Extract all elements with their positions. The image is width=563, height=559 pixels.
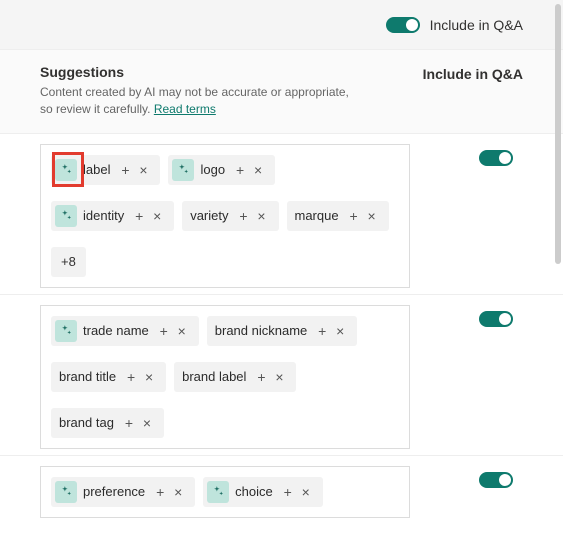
chip-label: label [83, 162, 110, 177]
read-terms-link[interactable]: Read terms [154, 102, 216, 116]
suggestion-chip[interactable]: choice +× [203, 477, 323, 507]
suggestion-chip[interactable]: label +× [51, 155, 160, 185]
suggestion-chip[interactable]: brand label +× [174, 362, 296, 392]
sparkle-icon [55, 159, 77, 181]
add-icon[interactable]: + [155, 323, 173, 339]
chip-label: choice [235, 484, 273, 499]
add-icon[interactable]: + [252, 369, 270, 385]
close-icon[interactable]: × [169, 484, 187, 500]
add-icon[interactable]: + [151, 484, 169, 500]
chip-label: variety [190, 208, 228, 223]
suggestions-header: Suggestions Content created by AI may no… [0, 50, 563, 134]
topbar: Include in Q&A [0, 0, 563, 50]
add-icon[interactable]: + [345, 208, 363, 224]
add-icon[interactable]: + [120, 415, 138, 431]
close-icon[interactable]: × [134, 162, 152, 178]
suggestion-chip[interactable]: marque +× [287, 201, 389, 231]
add-icon[interactable]: + [235, 208, 253, 224]
close-icon[interactable]: × [331, 323, 349, 339]
close-icon[interactable]: × [270, 369, 288, 385]
chip-label: brand label [182, 369, 246, 384]
suggestion-chip[interactable]: trade name +× [51, 316, 199, 346]
chip-label: preference [83, 484, 145, 499]
suggestion-group: trade name+×brand nickname+×brand title+… [0, 294, 563, 455]
chip-container: label+×logo+×identity+×variety+×marque+×… [40, 144, 410, 288]
scrollbar[interactable] [555, 4, 561, 264]
sparkle-icon [207, 481, 229, 503]
chip-label: logo [200, 162, 225, 177]
suggestion-chip[interactable]: identity +× [51, 201, 174, 231]
close-icon[interactable]: × [138, 415, 156, 431]
add-icon[interactable]: + [313, 323, 331, 339]
chip-label: brand title [59, 369, 116, 384]
close-icon[interactable]: × [249, 162, 267, 178]
add-icon[interactable]: + [116, 162, 134, 178]
add-icon[interactable]: + [122, 369, 140, 385]
add-icon[interactable]: + [279, 484, 297, 500]
suggestion-chip[interactable]: brand tag +× [51, 408, 164, 438]
close-icon[interactable]: × [253, 208, 271, 224]
chip-label: identity [83, 208, 124, 223]
suggestion-chip[interactable]: logo +× [168, 155, 275, 185]
close-icon[interactable]: × [148, 208, 166, 224]
suggestion-group: label+×logo+×identity+×variety+×marque+×… [0, 134, 563, 294]
suggestion-chip[interactable]: brand nickname +× [207, 316, 358, 346]
sparkle-icon [55, 481, 77, 503]
sparkle-icon [55, 320, 77, 342]
chip-label: trade name [83, 323, 149, 338]
close-icon[interactable]: × [363, 208, 381, 224]
overflow-chip[interactable]: +8 [51, 247, 86, 277]
include-toggle-row[interactable] [479, 150, 513, 166]
add-icon[interactable]: + [231, 162, 249, 178]
suggestion-chip[interactable]: brand title +× [51, 362, 166, 392]
chip-label: brand nickname [215, 323, 308, 338]
suggestion-chip[interactable]: variety +× [182, 201, 278, 231]
chip-container: preference+×choice+× [40, 466, 410, 518]
suggestion-chip[interactable]: preference +× [51, 477, 195, 507]
include-column-header: Include in Q&A [423, 64, 523, 82]
sparkle-icon [172, 159, 194, 181]
suggestions-title: Suggestions [40, 64, 360, 80]
close-icon[interactable]: × [297, 484, 315, 500]
suggestions-subtitle: Content created by AI may not be accurat… [40, 84, 360, 119]
include-toggle-row[interactable] [479, 472, 513, 488]
close-icon[interactable]: × [140, 369, 158, 385]
close-icon[interactable]: × [173, 323, 191, 339]
sparkle-icon [55, 205, 77, 227]
include-toggle-global-label: Include in Q&A [430, 17, 523, 33]
chip-container: trade name+×brand nickname+×brand title+… [40, 305, 410, 449]
chip-label: marque [295, 208, 339, 223]
chip-label: brand tag [59, 415, 114, 430]
add-icon[interactable]: + [130, 208, 148, 224]
suggestion-group: preference+×choice+× [0, 455, 563, 524]
include-toggle-row[interactable] [479, 311, 513, 327]
include-toggle-global[interactable] [386, 17, 420, 33]
